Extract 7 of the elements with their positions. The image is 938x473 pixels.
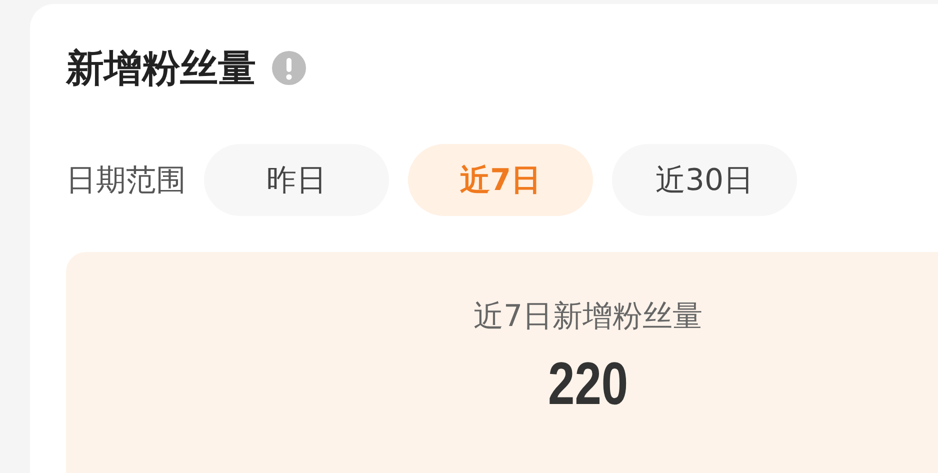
info-icon[interactable] — [272, 51, 306, 85]
date-range-tab[interactable]: 昨日 — [204, 144, 389, 216]
summary-value: 220 — [548, 354, 628, 414]
summary-label: 近7日新增粉丝量 — [473, 302, 703, 332]
date-range-label: 日期范围 — [66, 162, 186, 200]
card-title: 新增粉丝量 — [66, 49, 256, 87]
date-range-tab[interactable]: 近30日 — [612, 144, 797, 216]
